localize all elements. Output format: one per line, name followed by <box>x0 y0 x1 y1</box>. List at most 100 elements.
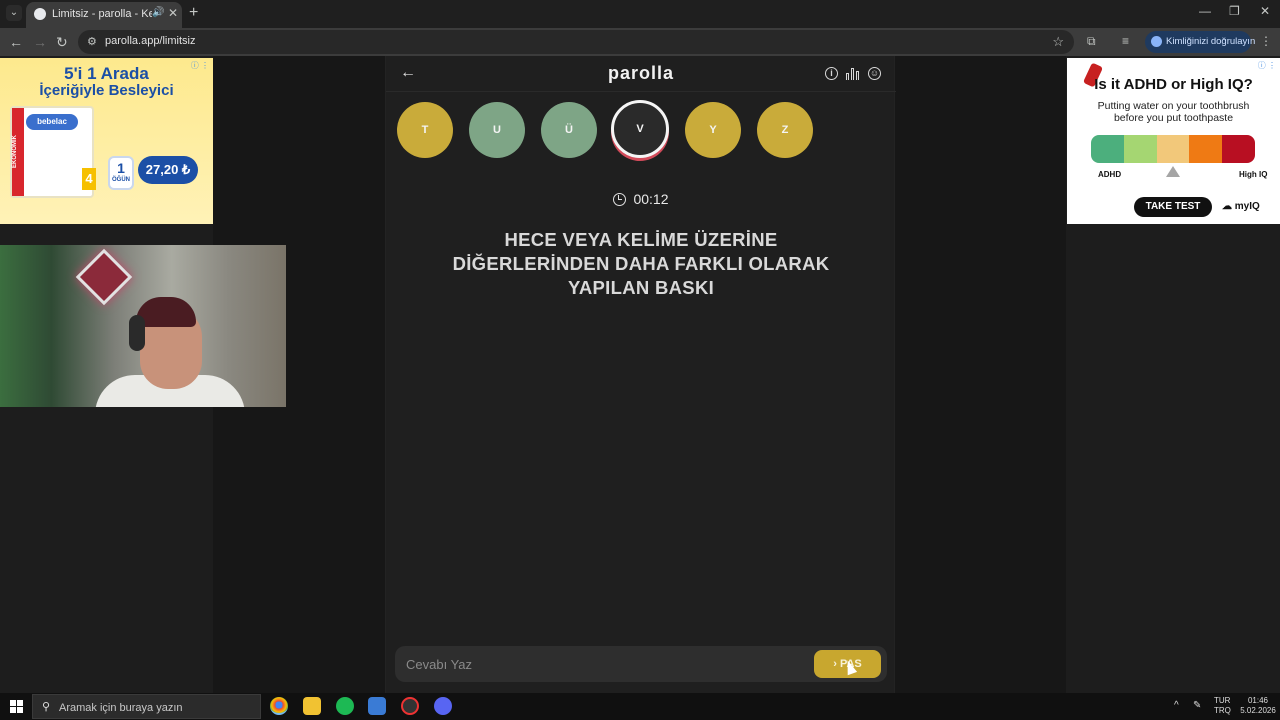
tray-chevron-icon[interactable]: ^ <box>1174 700 1179 711</box>
app-icon[interactable] <box>368 697 386 715</box>
address-bar[interactable]: ⚙ parolla.app/limitsiz ☆ <box>78 30 1074 54</box>
info-icon[interactable]: i <box>825 67 838 80</box>
chrome-icon[interactable] <box>270 697 288 715</box>
scale-segment <box>1091 135 1124 163</box>
taskbar-search[interactable]: ⚲ Aramak için buraya yazın <box>32 694 261 719</box>
headset <box>129 315 145 351</box>
ad-question: Is it ADHD or High IQ? <box>1094 76 1253 93</box>
page-content: 5'i 1 Arada İçeriğiyle Besleyici EKONOMİ… <box>0 56 1280 693</box>
answer-input[interactable] <box>395 646 815 682</box>
discord-icon[interactable] <box>434 697 452 715</box>
ad-subtitle-1: Putting water on your toothbrush <box>1097 100 1250 112</box>
search-icon: ⚲ <box>42 701 51 713</box>
verify-identity-button[interactable]: Kimliğinizi doğrulayın <box>1145 31 1255 53</box>
ad-headline-1: 5'i 1 Arada <box>64 64 149 83</box>
tab-close-icon[interactable]: ✕ <box>168 6 178 20</box>
ad-price: 27,20 ₺ <box>138 156 198 184</box>
extensions-icon[interactable]: ⧉ <box>1087 34 1096 49</box>
scale-segment <box>1123 135 1157 163</box>
letter-carousel: T U Ü V Y Z <box>386 100 896 164</box>
ad-myiq[interactable]: Is it ADHD or High IQ? Putting water on … <box>1067 58 1280 224</box>
language-indicator[interactable]: TUR TRQ <box>1214 696 1231 716</box>
back-button[interactable]: ← <box>9 33 23 51</box>
right-gutter <box>895 56 1066 693</box>
scale-right-label: High IQ <box>1239 170 1268 179</box>
myiq-logo: ☁ myIQ <box>1222 201 1260 212</box>
pen-icon[interactable]: ✎ <box>1193 700 1201 711</box>
favicon-icon <box>34 8 46 20</box>
answer-bar: › PAS <box>395 646 887 682</box>
neon-sign <box>75 248 133 306</box>
site-info-icon[interactable]: ⚙ <box>87 35 97 48</box>
timer: 00:12 <box>386 191 896 207</box>
clock-time: 01:46 <box>1247 696 1269 705</box>
lang-top: TUR <box>1214 696 1231 705</box>
question-text: HECE VEYA KELİME ÜZERİNE DİĞERLERİNDEN D… <box>426 228 856 300</box>
webcam-overlay <box>0 245 286 407</box>
stats-icon[interactable] <box>846 67 860 80</box>
browser-toolbar: ← → ↻ ⚙ parolla.app/limitsiz ☆ ⧉ ≡ Kimli… <box>0 28 1280 56</box>
letter-bubble-y[interactable]: Y <box>685 102 741 158</box>
letter-bubble-v-current[interactable]: V <box>611 100 669 158</box>
logo-text: myIQ <box>1234 201 1260 212</box>
tab-title: Limitsiz - parolla - Kelime oyunu <box>52 8 152 20</box>
scale-segment <box>1189 135 1223 163</box>
window-close-button[interactable]: ✕ <box>1260 4 1270 18</box>
scale-left-label: ADHD <box>1098 170 1122 179</box>
file-explorer-icon[interactable] <box>303 697 321 715</box>
ad-bebelac[interactable]: 5'i 1 Arada İçeriğiyle Besleyici EKONOMİ… <box>0 58 213 224</box>
letter-bubble-u[interactable]: U <box>469 102 525 158</box>
take-test-button[interactable]: TAKE TEST <box>1134 197 1212 217</box>
product-box: EKONOMİK bebelac 4 <box>10 106 96 198</box>
clock-date: 5.02.2026 <box>1240 706 1276 715</box>
verify-label: Kimliğinizi doğrulayın <box>1166 36 1256 47</box>
timer-value: 00:12 <box>633 191 669 207</box>
question-line: DİĞERLERİNDEN DAHA FARKLI OLARAK <box>452 253 830 274</box>
app-header: ← parolla i ☺ <box>386 56 896 92</box>
minimize-button[interactable]: — <box>1199 4 1211 18</box>
tab-active[interactable]: Limitsiz - parolla - Kelime oyunu 🔊 ✕ <box>26 2 182 28</box>
taskbar-search-placeholder: Aramak için buraya yazın <box>59 702 183 714</box>
lang-bottom: TRQ <box>1214 706 1231 715</box>
letter-text: T <box>421 124 429 136</box>
tab-search-button[interactable]: ⌄ <box>6 5 22 21</box>
forward-button[interactable]: → <box>33 33 47 51</box>
product-band: EKONOMİK <box>12 108 24 196</box>
reload-button[interactable]: ↻ <box>56 33 68 51</box>
product-brand: bebelac <box>26 114 78 130</box>
tab-strip: ⌄ Limitsiz - parolla - Kelime oyunu 🔊 ✕ … <box>0 0 1280 28</box>
letter-text: U <box>493 124 501 136</box>
new-tab-button[interactable]: + <box>189 5 198 21</box>
letter-text: Y <box>709 124 717 136</box>
ad-headline-2: İçeriğiyle Besleyici <box>39 82 174 99</box>
browser-menu-icon[interactable]: ⋮ <box>1260 34 1272 48</box>
media-control-icon[interactable]: ≡ <box>1122 34 1129 48</box>
scale-marker-icon <box>1166 166 1180 177</box>
question-line: YAPILAN BASKI <box>567 277 715 298</box>
bookmark-star-icon[interactable]: ☆ <box>1052 34 1064 50</box>
recorder-icon[interactable] <box>401 697 419 715</box>
clock-icon <box>613 193 627 206</box>
letter-bubble-z[interactable]: Z <box>757 102 813 158</box>
spotify-icon[interactable] <box>336 697 354 715</box>
letter-text: Ü <box>565 124 573 136</box>
letter-bubble-t[interactable]: T <box>397 102 453 158</box>
ad-info-icon[interactable]: ⓘ ⋮ <box>1258 60 1276 71</box>
profile-icon[interactable]: ☺ <box>868 67 881 80</box>
ad-subtitle-2: before you put toothpaste <box>1113 112 1234 124</box>
streamer-cap <box>136 297 196 327</box>
url-text[interactable]: parolla.app/limitsiz <box>105 35 195 47</box>
start-button[interactable] <box>10 700 23 713</box>
ad-scale <box>1091 135 1255 163</box>
restore-button[interactable]: ❐ <box>1229 4 1240 18</box>
letter-text: V <box>636 123 644 135</box>
game-panel: ← parolla i ☺ T U Ü V Y Z 00:12 HECE VEY… <box>385 56 896 693</box>
ad-info-icon[interactable]: ⓘ ⋮ <box>191 60 209 71</box>
cup-number: 1 <box>117 160 125 176</box>
question-line: HECE VEYA KELİME ÜZERİNE <box>504 229 778 250</box>
letter-bubble-u-umlaut[interactable]: Ü <box>541 102 597 158</box>
system-clock[interactable]: 01:46 5.02.2026 <box>1240 696 1276 716</box>
audio-icon[interactable]: 🔊 <box>152 7 164 18</box>
app-title: parolla <box>607 63 675 83</box>
taskbar: ⚲ Aramak için buraya yazın ^ ✎ TUR TRQ 0… <box>0 693 1280 720</box>
